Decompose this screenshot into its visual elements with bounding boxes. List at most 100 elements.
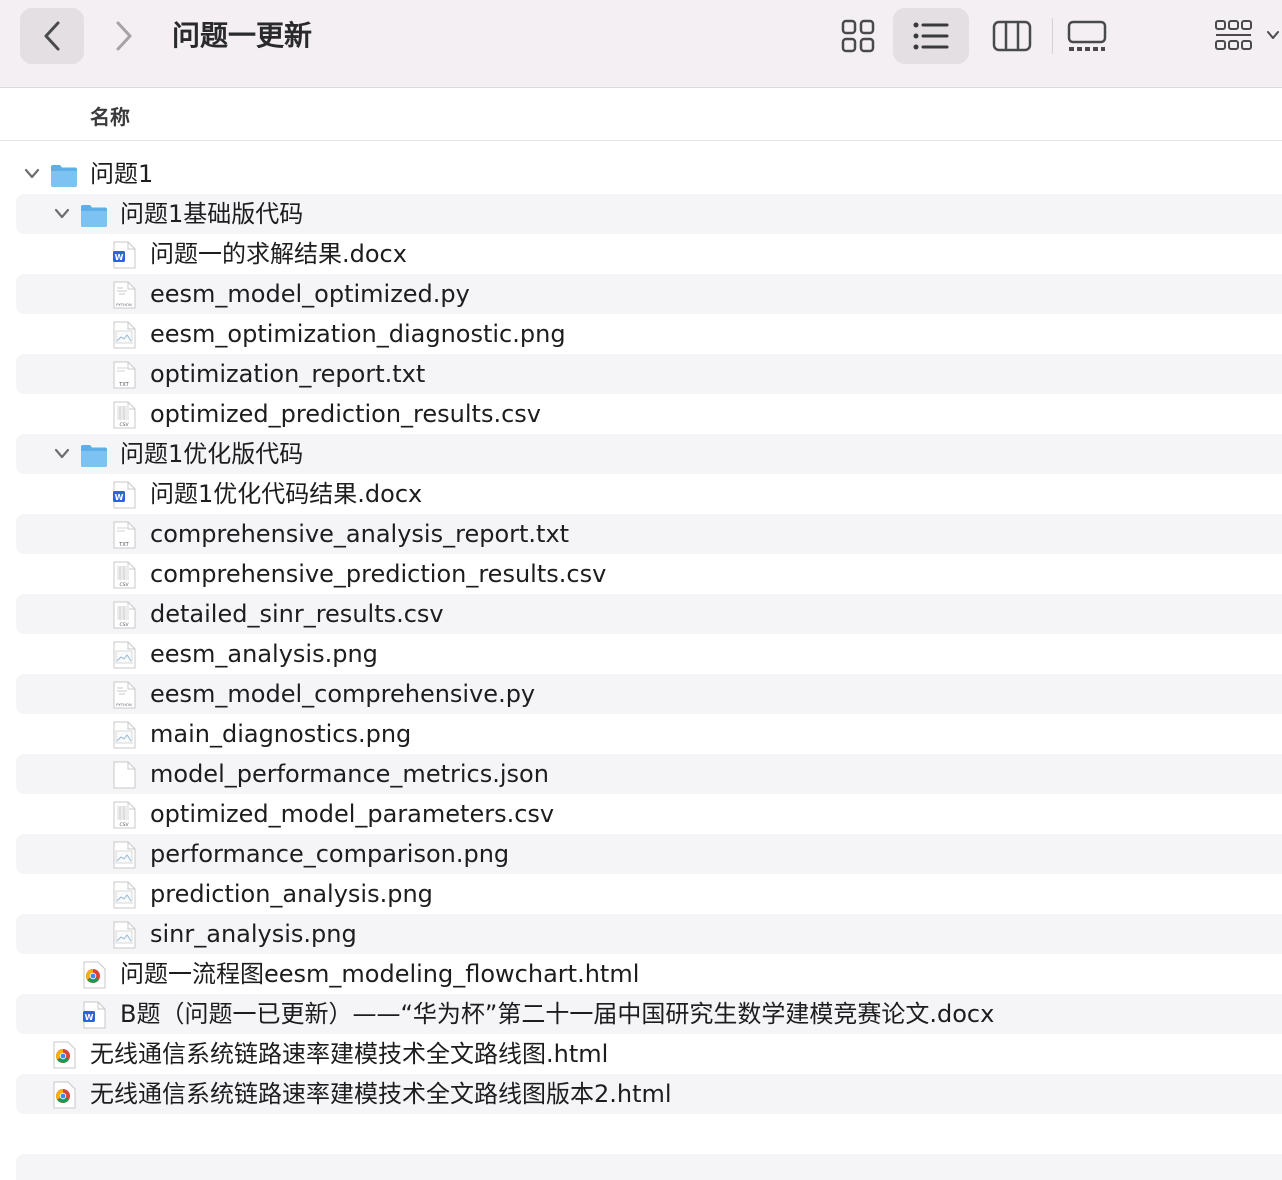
file-name: optimization_report.txt xyxy=(150,360,426,388)
file-row[interactable]: sinr_analysis.png xyxy=(0,914,1282,954)
file-name: prediction_analysis.png xyxy=(150,880,433,908)
svg-text:W: W xyxy=(85,1013,94,1022)
svg-text:TXT: TXT xyxy=(118,382,129,388)
svg-text:CSV: CSV xyxy=(119,822,129,828)
chevron-right-icon xyxy=(116,21,132,51)
folder-icon xyxy=(79,440,109,470)
file-name: eesm_optimization_diagnostic.png xyxy=(150,320,566,348)
disclosure-chevron-down-icon[interactable] xyxy=(23,166,41,182)
folder-row[interactable]: 问题1 xyxy=(0,154,1282,194)
file-row[interactable]: prediction_analysis.png xyxy=(0,874,1282,914)
file-row[interactable]: model_performance_metrics.json xyxy=(0,754,1282,794)
chrome-html-icon xyxy=(49,1080,79,1110)
folder-row[interactable]: 问题1优化版代码 xyxy=(0,434,1282,474)
svg-text:CSV: CSV xyxy=(119,582,129,588)
file-name: sinr_analysis.png xyxy=(150,920,357,948)
file-row[interactable]: performance_comparison.png xyxy=(0,834,1282,874)
list-icon xyxy=(913,22,949,50)
file-row[interactable]: CSV optimized_model_parameters.csv xyxy=(0,794,1282,834)
file-row[interactable]: eesm_analysis.png xyxy=(0,634,1282,674)
file-name: model_performance_metrics.json xyxy=(150,760,549,788)
file-row[interactable]: W 问题1优化代码结果.docx xyxy=(0,474,1282,514)
column-header-label: 名称 xyxy=(90,105,130,129)
file-name: 无线通信系统链路速率建模技术全文路线图版本2.html xyxy=(90,1080,672,1108)
grid-icon xyxy=(841,19,875,53)
file-list: 问题1 问题1基础版代码 W 问题一的求解结果.docx PYTHON eesm_mode… xyxy=(0,154,1282,1114)
file-row[interactable]: CSV detailed_sinr_results.csv xyxy=(0,594,1282,634)
image-file-icon xyxy=(109,880,139,910)
file-name: main_diagnostics.png xyxy=(150,720,412,748)
csv-file-icon: CSV xyxy=(109,600,139,630)
group-options-button[interactable] xyxy=(1196,8,1272,64)
chrome-html-icon xyxy=(49,1040,79,1070)
file-row[interactable]: PYTHON eesm_model_comprehensive.py xyxy=(0,674,1282,714)
svg-text:W: W xyxy=(115,253,124,262)
file-row[interactable]: CSV comprehensive_prediction_results.csv xyxy=(0,554,1282,594)
disclosure-chevron-down-icon[interactable] xyxy=(53,206,71,222)
icon-view-button[interactable] xyxy=(820,8,896,64)
file-name: optimized_prediction_results.csv xyxy=(150,400,541,428)
file-row[interactable]: TXT comprehensive_analysis_report.txt xyxy=(0,514,1282,554)
file-row[interactable]: 问题一流程图eesm_modeling_flowchart.html xyxy=(0,954,1282,994)
file-row[interactable]: eesm_optimization_diagnostic.png xyxy=(0,314,1282,354)
file-name: comprehensive_analysis_report.txt xyxy=(150,520,570,548)
file-row[interactable]: main_diagnostics.png xyxy=(0,714,1282,754)
file-row[interactable]: W B题（问题一已更新）——“华为杯”第二十一届中国研究生数学建模竞赛论文.doc… xyxy=(0,994,1282,1034)
file-row[interactable]: PYTHON eesm_model_optimized.py xyxy=(0,274,1282,314)
disclosure-chevron-down-icon[interactable] xyxy=(53,446,71,462)
gallery-icon xyxy=(1067,20,1107,51)
toolbar: 问题一更新 xyxy=(0,0,1282,88)
csv-file-icon: CSV xyxy=(109,800,139,830)
column-view-button[interactable] xyxy=(974,8,1050,64)
window-title: 问题一更新 xyxy=(172,19,313,52)
python-file-icon: PYTHON xyxy=(109,280,139,310)
svg-text:CSV: CSV xyxy=(119,422,129,428)
file-row[interactable]: 无线通信系统链路速率建模技术全文路线图.html xyxy=(0,1034,1282,1074)
file-row[interactable]: W 问题一的求解结果.docx xyxy=(0,234,1282,274)
file-row[interactable]: 无线通信系统链路速率建模技术全文路线图版本2.html xyxy=(0,1074,1282,1114)
file-name: eesm_analysis.png xyxy=(150,640,378,668)
file-row[interactable]: TXT optimization_report.txt xyxy=(0,354,1282,394)
file-name: 无线通信系统链路速率建模技术全文路线图.html xyxy=(90,1040,609,1068)
folder-row[interactable]: 问题1基础版代码 xyxy=(0,194,1282,234)
file-row[interactable]: CSV optimized_prediction_results.csv xyxy=(0,394,1282,434)
file-name: 问题一的求解结果.docx xyxy=(150,240,407,268)
file-name: optimized_model_parameters.csv xyxy=(150,800,555,828)
chrome-html-icon xyxy=(79,960,109,990)
svg-text:W: W xyxy=(115,493,124,502)
file-name: eesm_model_comprehensive.py xyxy=(150,680,536,708)
word-document-icon: W xyxy=(79,1000,109,1030)
file-name: 问题1优化代码结果.docx xyxy=(150,480,423,508)
word-document-icon: W xyxy=(109,240,139,270)
folder-icon xyxy=(49,160,79,190)
chevron-down-icon[interactable] xyxy=(1266,28,1280,42)
empty-row xyxy=(16,1154,1282,1180)
file-name: 问题1优化版代码 xyxy=(120,440,304,468)
column-header-name[interactable]: 名称 xyxy=(0,89,1282,141)
file-name: B题（问题一已更新）——“华为杯”第二十一届中国研究生数学建模竞赛论文.docx xyxy=(120,1000,995,1028)
text-file-icon: TXT xyxy=(109,520,139,550)
file-name: detailed_sinr_results.csv xyxy=(150,600,444,628)
chevron-left-icon xyxy=(44,21,60,51)
json-file-icon xyxy=(109,760,139,790)
image-file-icon xyxy=(109,640,139,670)
python-file-icon: PYTHON xyxy=(109,680,139,710)
file-name: eesm_model_optimized.py xyxy=(150,280,470,308)
text-file-icon: TXT xyxy=(109,360,139,390)
forward-button[interactable] xyxy=(92,8,156,64)
svg-text:PYTHON: PYTHON xyxy=(116,702,132,707)
csv-file-icon: CSV xyxy=(109,400,139,430)
list-view-button[interactable] xyxy=(893,8,969,64)
back-button[interactable] xyxy=(20,8,84,64)
gallery-view-button[interactable] xyxy=(1049,8,1125,64)
file-name: 问题1基础版代码 xyxy=(120,200,304,228)
svg-text:CSV: CSV xyxy=(119,622,129,628)
csv-file-icon: CSV xyxy=(109,560,139,590)
file-name: comprehensive_prediction_results.csv xyxy=(150,560,607,588)
image-file-icon xyxy=(109,320,139,350)
file-name: performance_comparison.png xyxy=(150,840,510,868)
image-file-icon xyxy=(109,720,139,750)
svg-text:PYTHON: PYTHON xyxy=(116,302,132,307)
group-grid-icon xyxy=(1215,20,1252,50)
image-file-icon xyxy=(109,840,139,870)
